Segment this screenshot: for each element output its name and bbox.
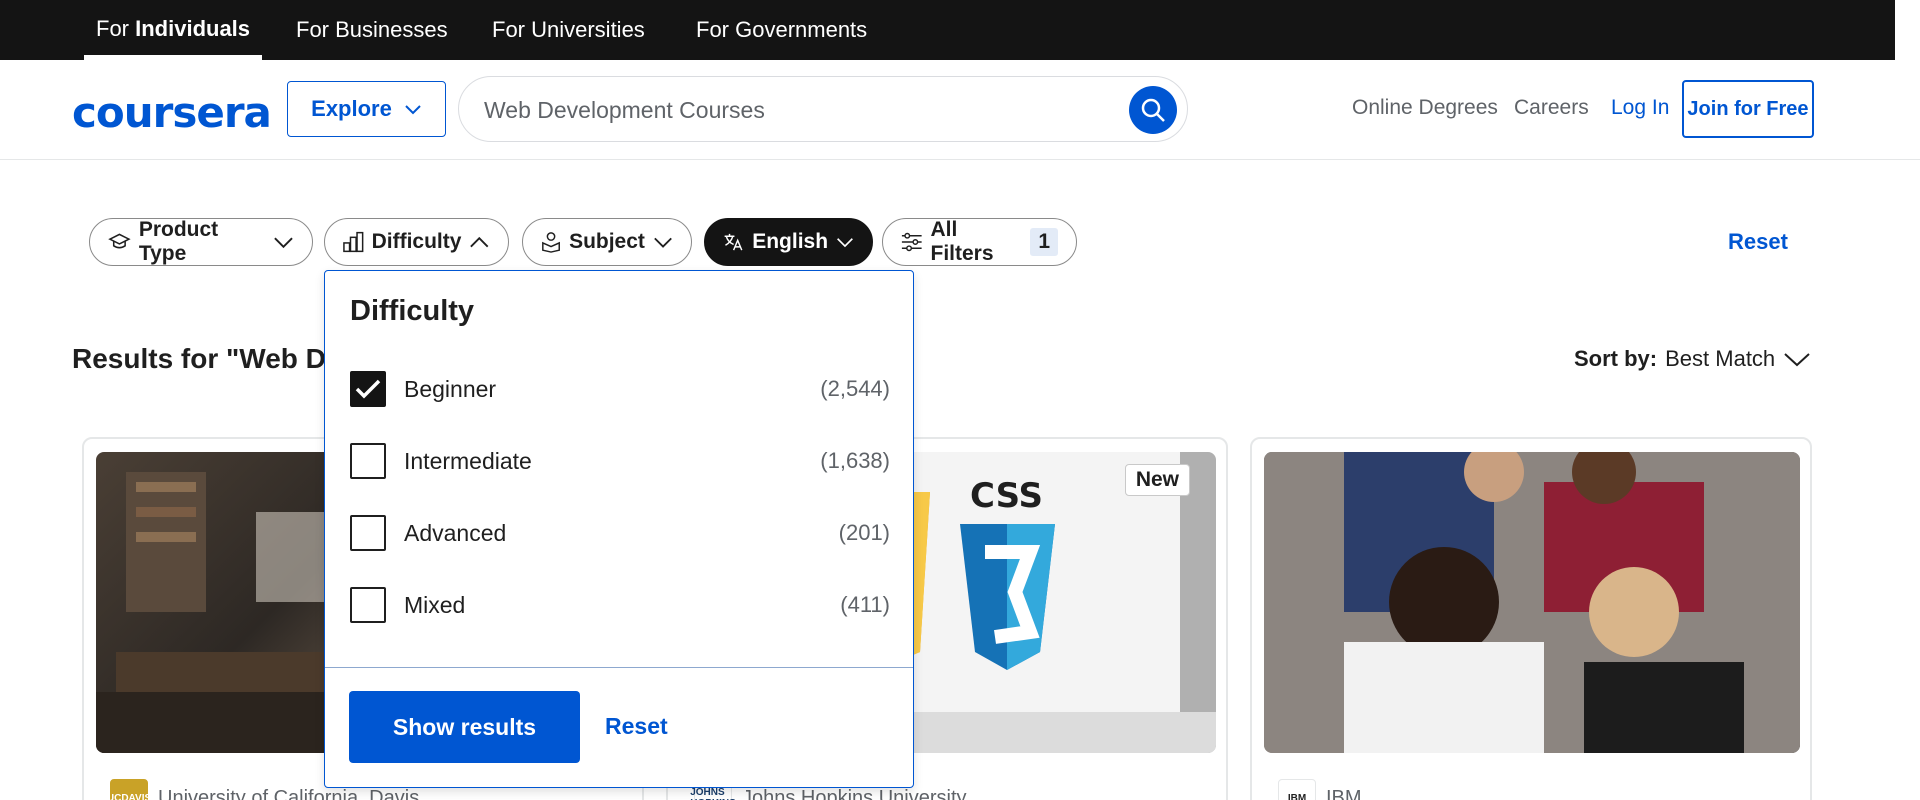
chevron-down-icon <box>837 238 853 248</box>
partner-logo: IBM <box>1278 779 1316 800</box>
chevron-down-icon <box>1784 353 1810 367</box>
show-results-button[interactable]: Show results <box>349 691 580 763</box>
card-partner: IBM IBM <box>1278 779 1362 800</box>
option-beginner[interactable]: Beginner (2,544) <box>350 371 890 407</box>
partner-name: IBM <box>1326 786 1362 800</box>
tab-for-universities[interactable]: For Universities <box>492 0 645 60</box>
option-label: Beginner <box>404 375 497 402</box>
search-input[interactable] <box>484 77 1084 143</box>
tab-for-governments[interactable]: For Governments <box>696 0 867 60</box>
partner-logo: UCDAVIS <box>107 779 151 800</box>
course-thumbnail <box>1264 452 1800 753</box>
tab-bold: Individuals <box>135 16 251 41</box>
search-button[interactable] <box>1129 86 1177 134</box>
difficulty-label: Difficulty <box>371 230 462 253</box>
tab-for-businesses[interactable]: For Businesses <box>296 0 448 60</box>
chevron-down-icon <box>274 237 293 249</box>
option-label: Intermediate <box>404 447 532 474</box>
option-count: (2,544) <box>820 376 890 401</box>
dropdown-reset-link[interactable]: Reset <box>605 713 668 740</box>
results-title: Results for "Web De <box>72 343 342 374</box>
subject-label: Subject <box>569 230 645 253</box>
login-link[interactable]: Log In <box>1611 96 1669 120</box>
sort-by-value: Best Match <box>1665 346 1776 371</box>
chevron-down-icon <box>654 237 672 248</box>
option-count: (201) <box>838 520 890 545</box>
tab-for-individuals[interactable]: For Individuals <box>84 0 263 60</box>
language-filter[interactable]: English <box>704 218 873 266</box>
translate-icon <box>724 233 743 251</box>
option-count: (1,638) <box>820 448 890 473</box>
graduation-cap-icon <box>108 233 131 249</box>
all-filters-button[interactable]: All Filters 1 <box>882 218 1077 266</box>
search-box <box>458 76 1188 143</box>
new-badge: New <box>1124 464 1190 496</box>
checkbox-beginner[interactable] <box>350 371 386 407</box>
checkbox-advanced[interactable] <box>350 515 386 551</box>
checkbox-mixed[interactable] <box>350 587 386 623</box>
reset-filters-link[interactable]: Reset <box>1728 229 1788 255</box>
checkbox-intermediate[interactable] <box>350 443 386 479</box>
tab-prefix: For <box>96 16 136 41</box>
chevron-up-icon <box>470 236 489 248</box>
online-degrees-link[interactable]: Online Degrees <box>1352 96 1498 120</box>
explore-button[interactable]: Explore <box>287 81 446 137</box>
product-type-label: Product Type <box>138 218 219 265</box>
product-type-filter[interactable]: Product Type <box>89 218 313 266</box>
sliders-icon <box>901 232 922 252</box>
option-count: (411) <box>840 592 890 617</box>
dropdown-title: Difficulty <box>350 295 475 327</box>
join-for-free-button[interactable]: Join for Free <box>1682 80 1814 138</box>
search-icon <box>1141 98 1165 122</box>
option-mixed[interactable]: Mixed (411) <box>350 587 890 623</box>
sort-by-label: Sort by: <box>1574 346 1658 371</box>
all-filters-count-badge: 1 <box>1030 228 1058 256</box>
explore-label: Explore <box>311 96 392 121</box>
audience-bar: For Individuals For Businesses For Unive… <box>0 0 1895 60</box>
careers-link[interactable]: Careers <box>1514 96 1589 120</box>
difficulty-dropdown: Difficulty Beginner (2,544) Intermediate… <box>324 270 914 788</box>
difficulty-filter[interactable]: Difficulty <box>324 218 509 266</box>
dropdown-footer: Show results Reset <box>325 667 913 789</box>
option-advanced[interactable]: Advanced (201) <box>350 515 890 551</box>
chevron-down-icon <box>405 105 421 115</box>
option-intermediate[interactable]: Intermediate (1,638) <box>350 443 890 479</box>
course-card[interactable]: IBM IBM <box>1250 437 1812 800</box>
sort-by-dropdown[interactable]: Sort by: Best Match <box>1574 346 1811 372</box>
option-label: Mixed <box>404 591 466 618</box>
checkmark-icon <box>355 379 381 399</box>
language-label: English <box>752 230 829 253</box>
subject-filter[interactable]: Subject <box>522 218 692 266</box>
difficulty-bars-icon <box>343 231 364 253</box>
option-label: Advanced <box>404 519 507 546</box>
coursera-logo[interactable]: coursera <box>72 88 272 137</box>
all-filters-label: All Filters <box>930 218 994 265</box>
site-header: coursera Explore Online Degrees Careers … <box>0 60 1920 160</box>
subject-icon <box>542 232 560 253</box>
team-photo <box>1264 452 1800 753</box>
thumb-text-css: CSS <box>970 476 1043 516</box>
